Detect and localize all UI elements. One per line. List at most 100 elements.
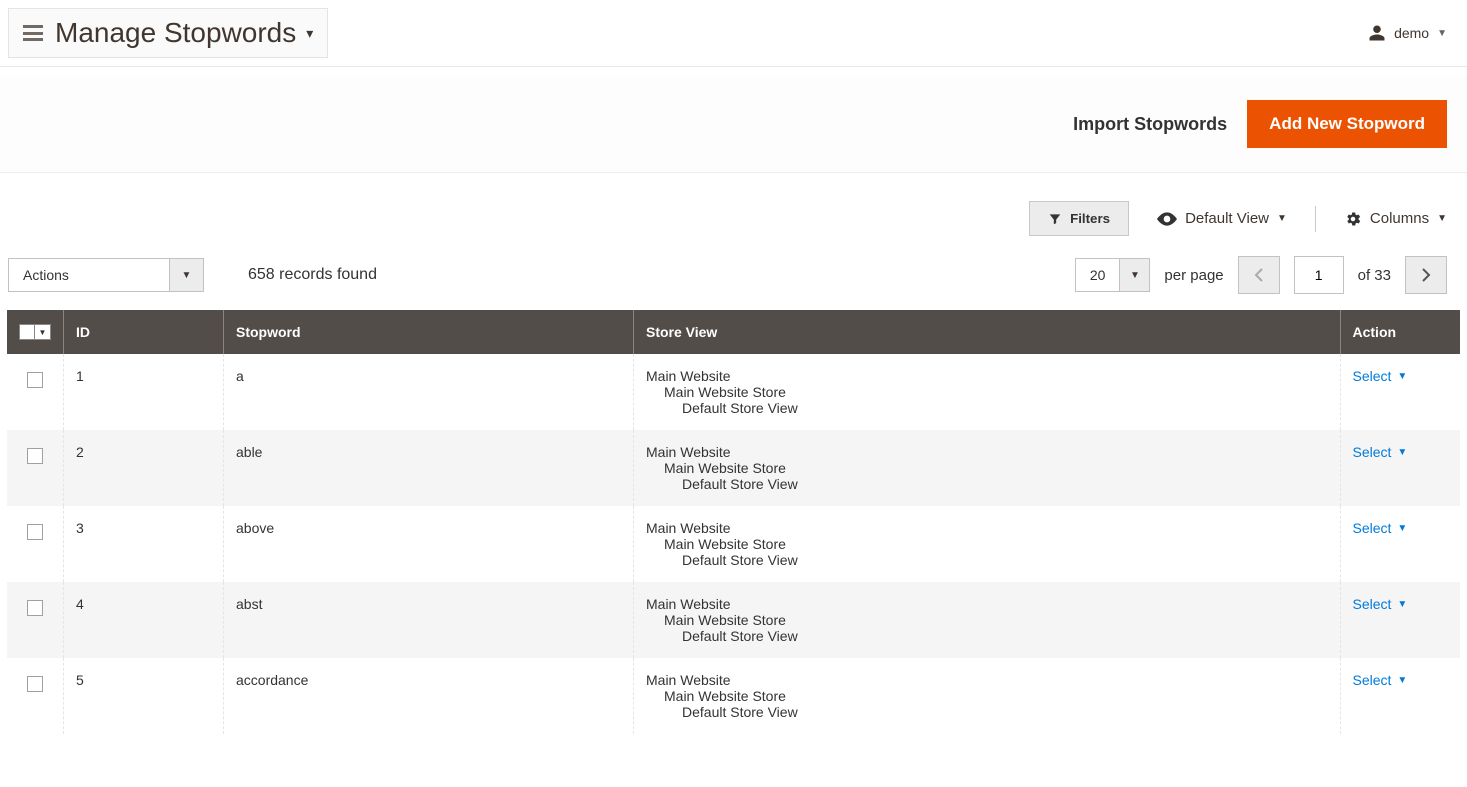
user-label: demo: [1394, 25, 1429, 41]
cell-store-view: Main WebsiteMain Website StoreDefault St…: [634, 430, 1341, 506]
store-view-l2: Main Website Store: [646, 536, 1328, 552]
cell-stopword: a: [224, 354, 634, 430]
hamburger-icon: [23, 25, 43, 41]
chevron-left-icon: [1254, 268, 1264, 282]
funnel-icon: [1048, 212, 1062, 226]
user-icon: [1368, 24, 1386, 42]
prev-page-button[interactable]: [1238, 256, 1280, 294]
filters-label: Filters: [1070, 211, 1110, 226]
row-checkbox[interactable]: [27, 676, 43, 692]
columns-dropdown[interactable]: Columns ▼: [1344, 210, 1447, 228]
user-caret-icon: ▼: [1437, 28, 1447, 39]
row-checkbox[interactable]: [27, 372, 43, 388]
columns-caret-icon: ▼: [1437, 213, 1447, 224]
gear-icon: [1344, 210, 1362, 228]
filters-button[interactable]: Filters: [1029, 201, 1129, 236]
row-action-select[interactable]: Select ▼: [1353, 520, 1449, 536]
table-row[interactable]: 3aboveMain WebsiteMain Website StoreDefa…: [7, 506, 1460, 582]
row-action-label: Select: [1353, 672, 1392, 688]
cell-id: 2: [64, 430, 224, 506]
page-title-text: Manage Stopwords: [55, 17, 296, 49]
row-action-label: Select: [1353, 520, 1392, 536]
add-new-stopword-button[interactable]: Add New Stopword: [1247, 100, 1447, 148]
total-pages-label: of 33: [1358, 267, 1391, 284]
cell-stopword: abst: [224, 582, 634, 658]
row-action-select[interactable]: Select ▼: [1353, 672, 1449, 688]
store-view-l1: Main Website: [646, 368, 1328, 384]
store-view-l3: Default Store View: [646, 628, 1328, 644]
row-action-caret-icon: ▼: [1397, 371, 1407, 382]
row-checkbox[interactable]: [27, 524, 43, 540]
per-page-label: per page: [1164, 267, 1223, 284]
cell-action: Select▼: [1340, 582, 1460, 658]
store-view-l3: Default Store View: [646, 552, 1328, 568]
table-row[interactable]: 2ableMain WebsiteMain Website StoreDefau…: [7, 430, 1460, 506]
row-checkbox[interactable]: [27, 448, 43, 464]
row-action-select[interactable]: Select▼: [1353, 368, 1449, 384]
per-page-value: 20: [1076, 259, 1120, 291]
cell-store-view: Main WebsiteMain Website StoreDefault St…: [634, 582, 1341, 658]
stopwords-table: ▼ ID Stopword Store View Action 1aMain W…: [7, 310, 1460, 734]
header-checkbox-cell[interactable]: ▼: [7, 310, 64, 354]
cell-action: Select▼: [1340, 354, 1460, 430]
title-caret-icon: ▾: [306, 25, 313, 42]
import-stopwords-button[interactable]: Import Stopwords: [1073, 114, 1227, 135]
select-all-checkbox[interactable]: [19, 324, 35, 340]
store-view-l2: Main Website Store: [646, 612, 1328, 628]
cell-id: 3: [64, 506, 224, 582]
columns-label: Columns: [1370, 210, 1429, 227]
row-action-select[interactable]: Select▼: [1353, 596, 1449, 612]
row-checkbox[interactable]: [27, 600, 43, 616]
mass-actions-label: Actions: [9, 259, 169, 291]
cell-store-view: Main WebsiteMain Website StoreDefault St…: [634, 506, 1341, 582]
cell-stopword: able: [224, 430, 634, 506]
store-view-l3: Default Store View: [646, 476, 1328, 492]
eye-icon: [1157, 212, 1177, 226]
default-view-dropdown[interactable]: Default View ▼: [1157, 210, 1287, 227]
store-view-l1: Main Website: [646, 672, 1328, 688]
store-view-l1: Main Website: [646, 444, 1328, 460]
row-action-caret-icon: ▼: [1397, 675, 1407, 686]
store-view-l3: Default Store View: [646, 704, 1328, 720]
cell-store-view: Main WebsiteMain Website StoreDefault St…: [634, 354, 1341, 430]
header-store-view[interactable]: Store View: [634, 310, 1341, 354]
next-page-button[interactable]: [1405, 256, 1447, 294]
table-row[interactable]: 4abstMain WebsiteMain Website StoreDefau…: [7, 582, 1460, 658]
store-view-l3: Default Store View: [646, 400, 1328, 416]
header-stopword[interactable]: Stopword: [224, 310, 634, 354]
mass-actions-dropdown[interactable]: Actions ▼: [8, 258, 204, 292]
header-action: Action: [1340, 310, 1460, 354]
select-all-dropdown[interactable]: ▼: [35, 324, 51, 340]
cell-stopword: accordance: [224, 658, 634, 734]
page-title-wrap[interactable]: Manage Stopwords ▾: [8, 8, 328, 58]
cell-action: Select▼: [1340, 430, 1460, 506]
per-page-caret: ▼: [1119, 259, 1149, 291]
row-action-label: Select: [1353, 444, 1392, 460]
store-view-l2: Main Website Store: [646, 688, 1328, 704]
row-action-caret-icon: ▼: [1397, 599, 1407, 610]
table-row[interactable]: 1aMain WebsiteMain Website StoreDefault …: [7, 354, 1460, 430]
cell-store-view: Main WebsiteMain Website StoreDefault St…: [634, 658, 1341, 734]
row-action-select[interactable]: Select▼: [1353, 444, 1449, 460]
table-row[interactable]: 5accordanceMain WebsiteMain Website Stor…: [7, 658, 1460, 734]
cell-action: Select ▼: [1340, 506, 1460, 582]
per-page-select[interactable]: 20 ▼: [1075, 258, 1151, 292]
separator: [1315, 206, 1316, 232]
default-view-caret-icon: ▼: [1277, 213, 1287, 224]
store-view-l1: Main Website: [646, 596, 1328, 612]
cell-id: 4: [64, 582, 224, 658]
default-view-label: Default View: [1185, 210, 1269, 227]
cell-stopword: above: [224, 506, 634, 582]
header-id[interactable]: ID: [64, 310, 224, 354]
store-view-l1: Main Website: [646, 520, 1328, 536]
store-view-l2: Main Website Store: [646, 384, 1328, 400]
cell-action: Select ▼: [1340, 658, 1460, 734]
row-action-caret-icon: ▼: [1397, 523, 1407, 534]
records-found-text: 658 records found: [248, 266, 377, 284]
store-view-l2: Main Website Store: [646, 460, 1328, 476]
user-menu[interactable]: demo ▼: [1368, 24, 1447, 42]
current-page-input[interactable]: [1294, 256, 1344, 294]
chevron-right-icon: [1421, 268, 1431, 282]
page-title: Manage Stopwords ▾: [55, 17, 313, 49]
cell-id: 5: [64, 658, 224, 734]
